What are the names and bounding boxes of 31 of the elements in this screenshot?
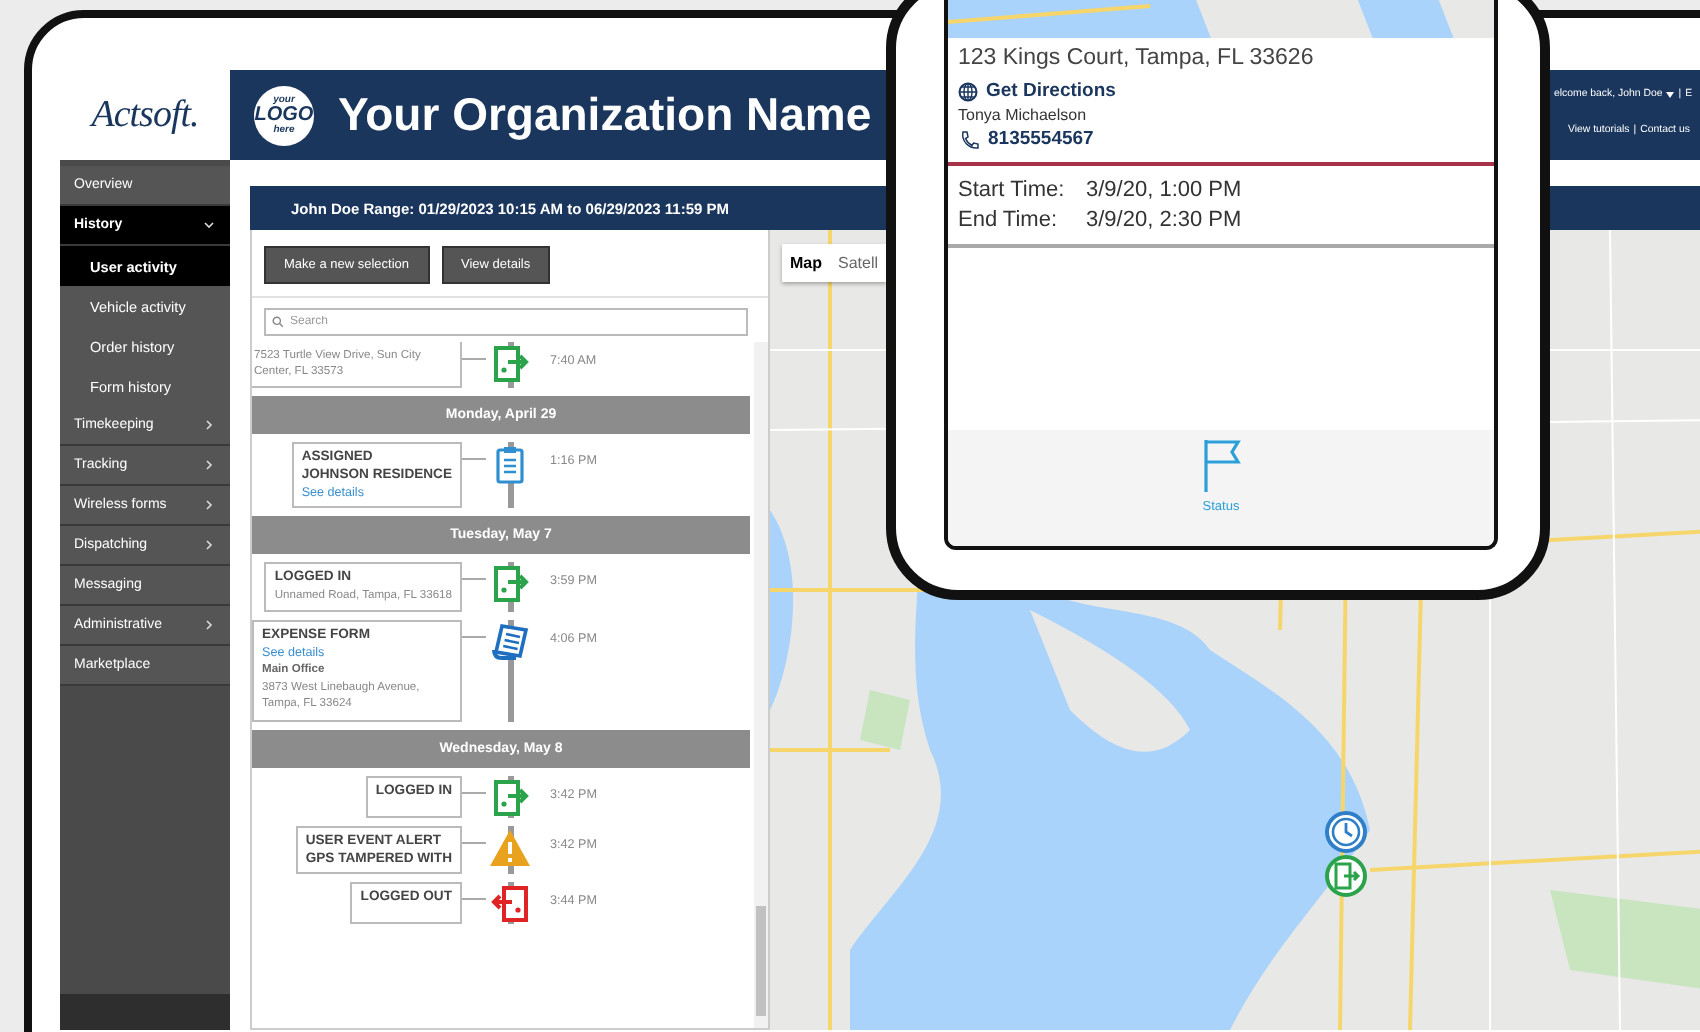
document-icon (490, 622, 530, 663)
map-type-tab[interactable]: Satell (830, 244, 887, 282)
phone-icon (958, 129, 980, 149)
search-icon (272, 316, 284, 328)
exit-door-icon (490, 883, 530, 924)
address-text: 123 Kings Court, Tampa, FL 33626 (958, 46, 1316, 70)
exit-door-icon (490, 344, 530, 384)
time-label: End Time: (958, 208, 1060, 232)
org-name: Your Organization Name (338, 88, 872, 142)
directions-link[interactable]: Get Directions (986, 80, 1116, 102)
brand-logo: Actsoft. (91, 93, 199, 137)
chevron-icon (204, 460, 214, 470)
contact-name: Tonya Michaelson (958, 106, 1089, 124)
flag-icon (1201, 438, 1241, 494)
time-value: 3/9/20, 1:00 PM (1086, 178, 1244, 202)
scrollbar[interactable] (754, 342, 768, 1028)
clipboard-icon (490, 444, 530, 485)
exit-door-icon (490, 564, 530, 605)
chevron-icon (204, 220, 214, 230)
phone-number-link[interactable]: 8135554567 (988, 128, 1094, 150)
chevron-icon (204, 420, 214, 430)
chevron-icon (204, 540, 214, 550)
globe-icon (958, 81, 978, 101)
chevron-icon (204, 500, 214, 510)
caret-icon (1666, 91, 1675, 97)
exit-door-icon (490, 777, 530, 818)
chevron-icon (204, 620, 214, 630)
warning-icon (488, 827, 532, 868)
time-label: Start Time: (958, 178, 1067, 202)
time-value: 3/9/20, 2:30 PM (1086, 208, 1244, 232)
map-type-tab[interactable]: Map (782, 244, 830, 282)
